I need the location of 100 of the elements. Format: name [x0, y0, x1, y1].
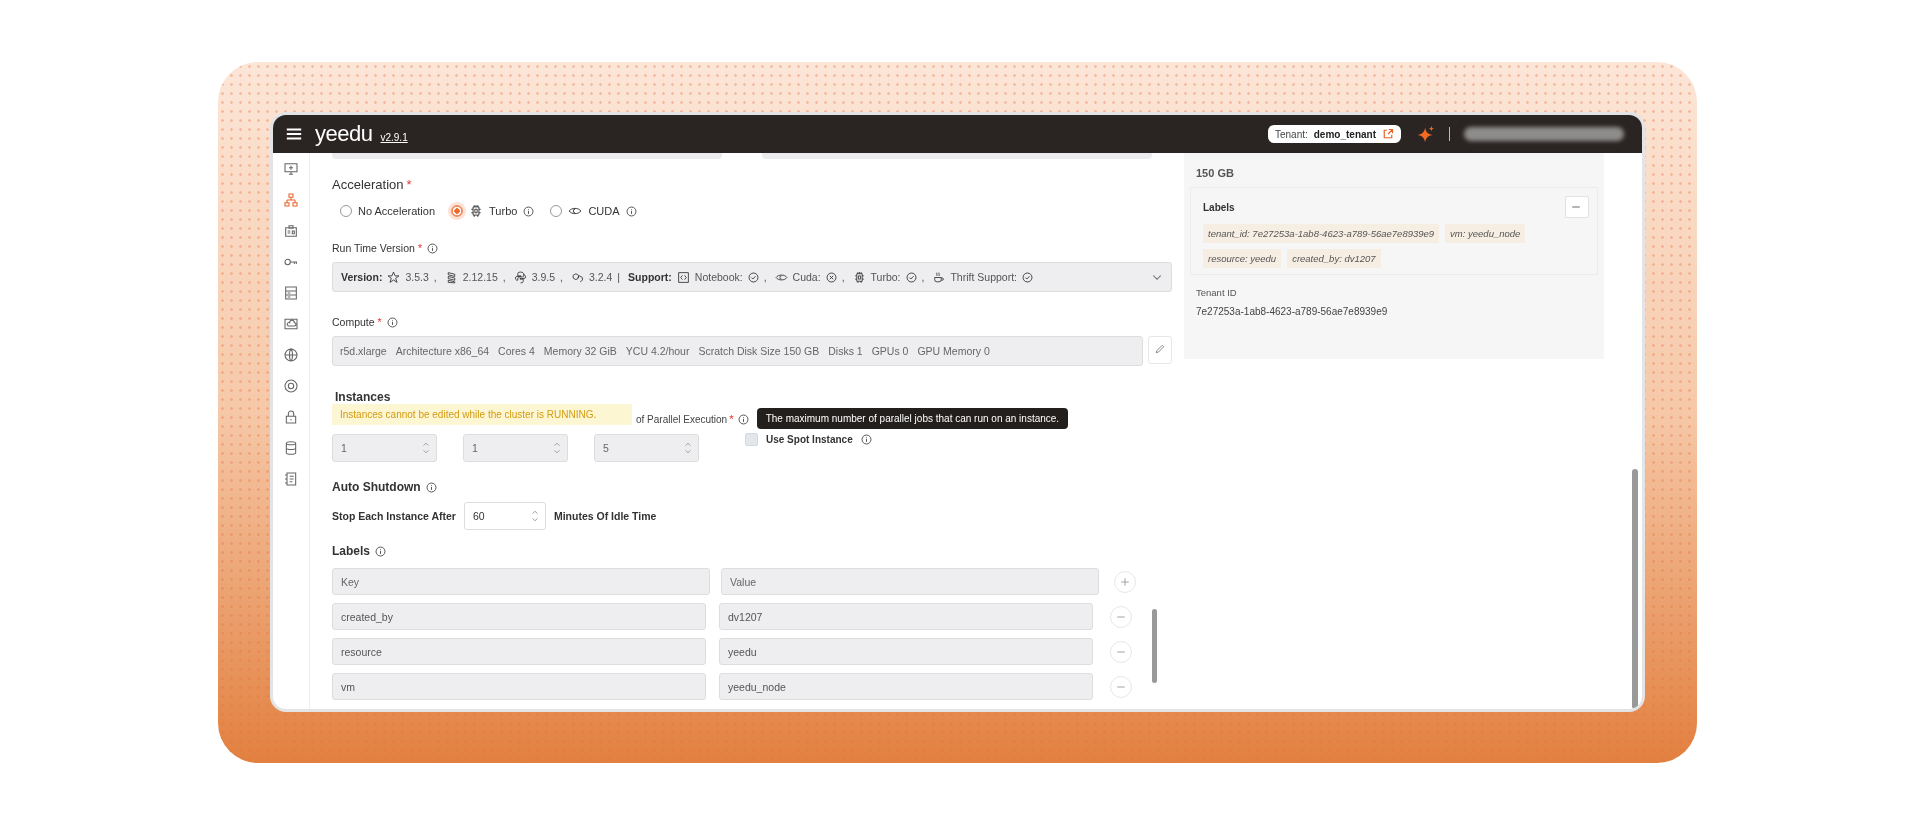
scrollbar[interactable] [1632, 469, 1638, 709]
cup-icon [932, 270, 946, 284]
key-field[interactable]: resource [332, 638, 706, 665]
spec-text: Cores 4 [498, 345, 535, 357]
info-icon[interactable] [375, 545, 386, 557]
version-text: 3.9.5 [531, 271, 556, 283]
label-tag: created_by: dv1207 [1287, 249, 1381, 268]
separator-text: , [921, 271, 925, 283]
number-field[interactable]: 5 [594, 434, 699, 462]
value-field[interactable]: yeedu_node [719, 673, 1093, 700]
field-label: Run Time Version [332, 242, 415, 254]
radio-button[interactable] [451, 205, 464, 217]
support-text: Turbo: [870, 271, 901, 283]
checkbox[interactable] [745, 432, 758, 446]
compute-field[interactable]: r5d.xlarge Architecture x86_64 Cores 4 Memory 32 GiB YCU 4.2/hour Scratch Disk Size 150 GB Disks 1 GPUs 0 GPU Memory 0 [332, 336, 1143, 366]
chip-icon [469, 204, 484, 218]
id-card-icon[interactable] [283, 223, 299, 239]
tenant-id-text: 7e27253a-1ab8-4623-a789-56ae7e8939e9 [1196, 306, 1389, 317]
value-field[interactable]: yeedu [719, 638, 1093, 665]
section-title: Auto Shutdown [332, 480, 421, 494]
tenant-pill[interactable]: Tenant: demo_tenant [1267, 125, 1401, 143]
tenant-name: demo_tenant [1313, 128, 1376, 140]
info-icon[interactable] [737, 413, 749, 425]
info-icon[interactable] [425, 481, 437, 493]
spec-text: Scratch Disk Size 150 GB [698, 345, 820, 357]
code-box-icon [676, 270, 690, 284]
warning-banner: Instances cannot be edited while the cluster is RUNNING. [332, 403, 632, 425]
key-field[interactable]: Key [332, 568, 710, 595]
field-label: of Parallel Execution [636, 413, 728, 425]
plus-icon [1119, 575, 1131, 588]
chip-icon [852, 270, 866, 284]
sparkle-icon[interactable] [1417, 125, 1435, 143]
menu-icon[interactable] [285, 126, 303, 142]
spec-text: r5d.xlarge [340, 345, 387, 357]
info-icon[interactable] [523, 205, 535, 217]
label-tag: resource: yeedu [1203, 249, 1282, 268]
spec-text: Disks 1 [828, 345, 863, 357]
field-label: Minutes Of Idle Time [553, 510, 657, 522]
version-label: Version: [341, 271, 383, 283]
value-field[interactable]: dv1207 [719, 603, 1093, 630]
required-mark: * [729, 413, 734, 425]
input-field[interactable] [762, 153, 1152, 159]
card-title: Labels [1203, 201, 1235, 213]
separator-text: | [617, 271, 621, 283]
info-icon[interactable] [426, 242, 438, 254]
version-text: 3.5.3 [405, 271, 429, 283]
spec-text: Memory 32 GiB [543, 345, 617, 357]
collapse-button[interactable] [1565, 196, 1589, 218]
label-tag: vm: yeedu_node [1445, 224, 1526, 243]
runtime-select[interactable]: Version: 3.5.3 , 2.12.15 , 3.9.5 , 3.2.4 | Support: Notebook: , Cuda: , Turbo: , Thrift Support: [332, 262, 1172, 292]
separator-text: , [763, 271, 767, 283]
cloud-icon[interactable] [283, 316, 299, 332]
separator-text: , [502, 271, 506, 283]
number-field[interactable]: 1 [463, 434, 568, 462]
pencil-icon [1154, 342, 1166, 355]
info-icon[interactable] [860, 433, 872, 445]
monitor-icon[interactable] [283, 161, 299, 177]
separator-text: , [841, 271, 845, 283]
option-label[interactable]: CUDA [588, 205, 620, 217]
rack-icon[interactable] [283, 285, 299, 301]
field-label: Tenant ID [1196, 287, 1238, 298]
document-icon[interactable] [283, 471, 299, 487]
info-icon[interactable] [625, 205, 637, 217]
option-label[interactable]: Turbo [489, 205, 518, 217]
separator-text: , [560, 271, 563, 283]
info-icon[interactable] [386, 316, 398, 328]
version-text: 2.12.15 [462, 271, 498, 283]
field-label: Stop Each Instance After [332, 510, 456, 522]
number-field[interactable]: 60 [463, 502, 546, 530]
section-title: Labels [332, 544, 370, 558]
edit-button[interactable] [1148, 336, 1172, 364]
external-link-icon[interactable] [1382, 128, 1394, 140]
spec-text: Architecture x86_64 [395, 345, 490, 357]
support-text: Notebook: [694, 271, 743, 283]
spec-text: GPUs 0 [871, 345, 909, 357]
spec-text: GPU Memory 0 [917, 345, 990, 357]
required-mark: * [417, 242, 422, 254]
scrollbar[interactable] [1152, 609, 1157, 683]
globe-icon[interactable] [283, 347, 299, 363]
sitemap-icon[interactable] [283, 192, 299, 208]
required-mark: * [406, 177, 412, 192]
target-icon[interactable] [283, 378, 299, 394]
support-label: Support: [628, 271, 672, 283]
support-text: Thrift Support: [950, 271, 1017, 283]
checkbox-label[interactable]: Use Spot Instance [766, 433, 853, 445]
key-field[interactable]: vm [332, 673, 706, 700]
option-label[interactable]: No Acceleration [358, 205, 436, 217]
value-field[interactable]: Value [721, 568, 1099, 595]
spec-text: YCU 4.2/hour [625, 345, 690, 357]
database-icon[interactable] [283, 440, 299, 456]
input-field[interactable] [332, 153, 722, 159]
tooltip: The maximum number of parallel jobs that can run on an instance. [756, 407, 1069, 429]
version-text: 3.2.4 [588, 271, 613, 283]
version-link[interactable]: v2.9.1 [380, 131, 408, 143]
key-field[interactable]: created_by [332, 603, 706, 630]
disk-value: 150 GB [1196, 167, 1235, 179]
logo[interactable]: yeedu [315, 121, 373, 147]
support-text: Cuda: [792, 271, 821, 283]
number-field[interactable]: 1 [332, 434, 437, 462]
lock-icon[interactable] [283, 409, 299, 425]
